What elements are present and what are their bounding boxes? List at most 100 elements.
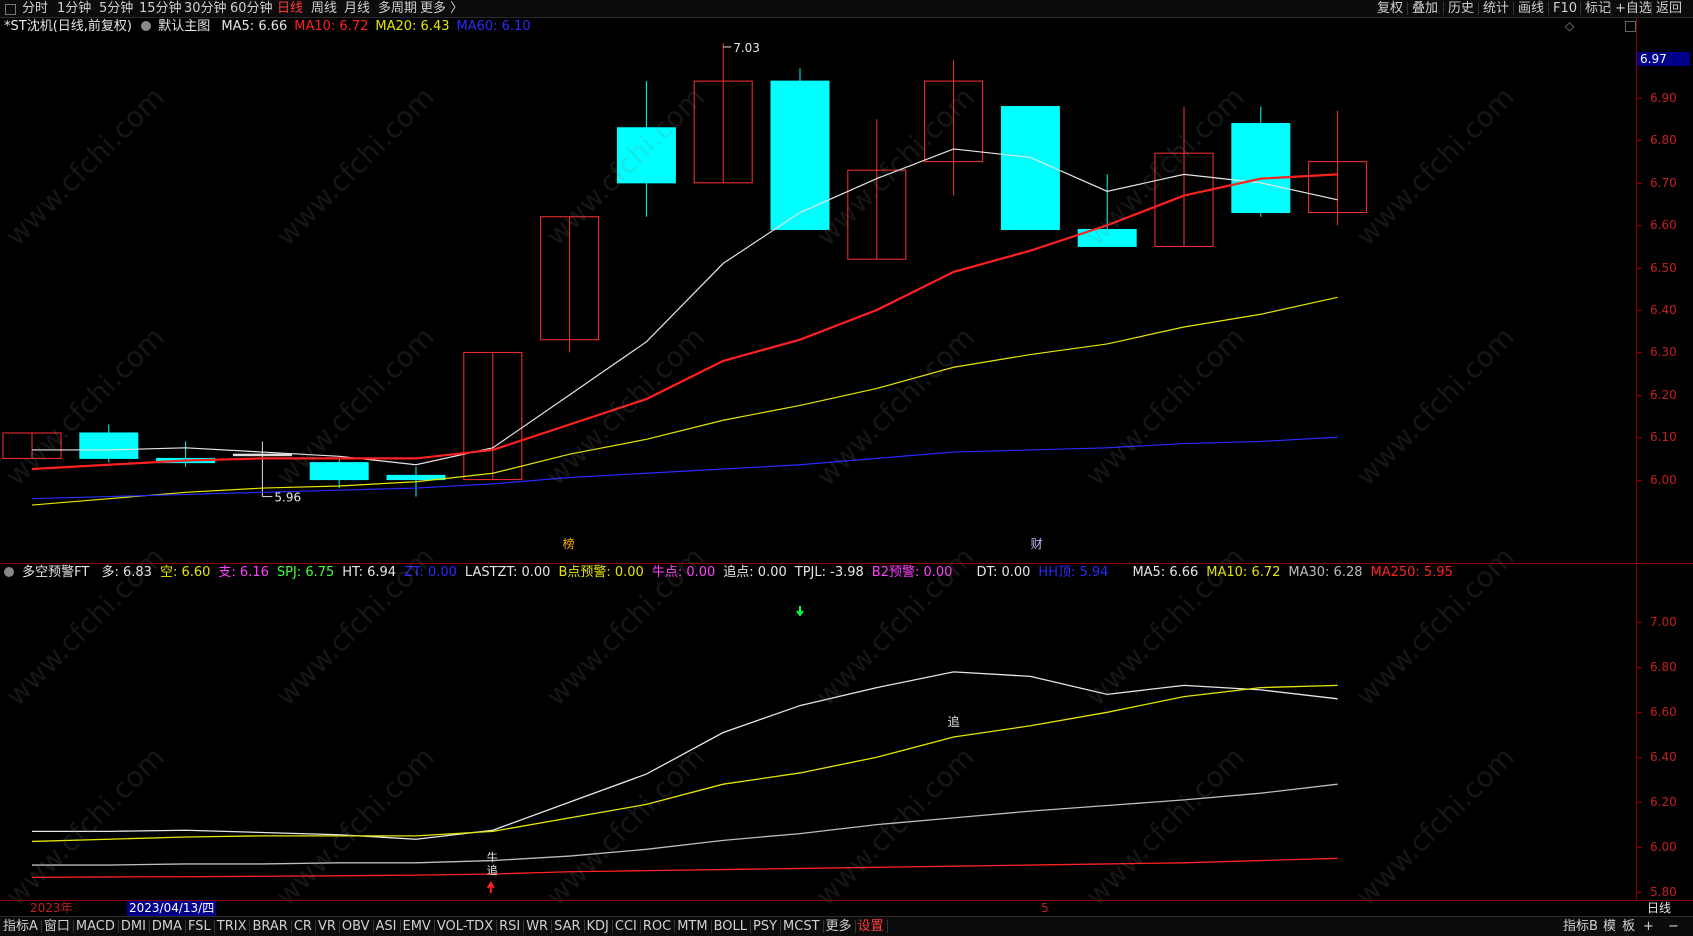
indicator-tick-mark <box>1636 712 1642 714</box>
finance-marker: 财 <box>1031 537 1043 551</box>
indicator-tab-18[interactable]: CCI <box>615 917 637 936</box>
indicator-tab-22[interactable]: PSY <box>753 917 777 936</box>
period-tab-7[interactable]: 周线 <box>311 0 337 17</box>
indicator-tab-13[interactable]: VOL-TDX <box>437 917 493 936</box>
tab-separator <box>822 920 824 933</box>
price-tick-mark <box>1636 225 1642 227</box>
kline-chart[interactable]: 7.035.96榜 财追牛追 <box>0 18 1636 900</box>
indicator-tab-6[interactable]: TRIX <box>217 917 247 936</box>
price-tick-label: 6.00 <box>1650 472 1677 487</box>
indicator-tick-label: 6.40 <box>1650 750 1677 765</box>
period-tab-5[interactable]: 60分钟 <box>230 0 273 17</box>
right-tool-3[interactable]: + <box>1643 917 1654 936</box>
indicator-tab-7[interactable]: BRAR <box>252 917 287 936</box>
indicator-tab-5[interactable]: FSL <box>188 917 211 936</box>
period-tab-10[interactable]: 更多 〉 <box>420 0 463 17</box>
toolbar-button-1[interactable]: 叠加 <box>1410 0 1440 17</box>
toolbar-button-7[interactable]: +自选 <box>1613 0 1654 17</box>
indicator-tab-0[interactable]: 指标A <box>3 917 38 936</box>
tab-separator <box>523 920 525 933</box>
price-tick-label: 6.60 <box>1650 218 1677 233</box>
indicator-tab-1[interactable]: 窗口 <box>44 917 70 936</box>
indicator-tab-25[interactable]: 设置 <box>858 917 884 936</box>
indicator-tab-9[interactable]: VR <box>318 917 336 936</box>
price-tick-mark <box>1636 352 1642 354</box>
indicator-tab-14[interactable]: RSI <box>499 917 520 936</box>
tab-separator <box>886 920 888 933</box>
toolbar-button-4[interactable]: 画线 <box>1516 0 1546 17</box>
indicator-line-ma30 <box>32 783 1338 866</box>
price-tick-mark <box>1636 394 1642 396</box>
indicator-toolbar: 指标A 窗口 MACD DMI DMA FSL TRIX BRAR CR VR OBV ASI EMV V… <box>0 916 1693 936</box>
indicator-tab-23[interactable]: MCST <box>783 917 820 936</box>
indicator-tab-11[interactable]: ASI <box>376 917 397 936</box>
indicator-tick-label: 6.80 <box>1650 660 1677 675</box>
indicator-tab-24[interactable]: 更多 <box>826 917 852 936</box>
price-tick-label: 6.30 <box>1650 345 1677 360</box>
indicator-tab-20[interactable]: MTM <box>677 917 707 936</box>
tab-separator <box>117 920 119 933</box>
indicator-tab-21[interactable]: BOLL <box>714 917 747 936</box>
indicator-line-ma10 <box>31 684 1338 843</box>
candle-body <box>1231 123 1291 214</box>
price-tick-label: 6.10 <box>1650 430 1677 445</box>
price-tick-mark <box>1636 310 1642 312</box>
tab-separator <box>40 920 42 933</box>
tab-separator <box>372 920 374 933</box>
current-price-marker: 6.97 <box>1637 52 1690 66</box>
indicator-tab-4[interactable]: DMA <box>152 917 182 936</box>
indicator-tab-17[interactable]: KDJ <box>587 917 609 936</box>
period-tab-8[interactable]: 月线 <box>344 0 370 17</box>
right-tool-0[interactable]: 指标B <box>1563 917 1598 936</box>
sell-signal-arrow <box>796 606 804 617</box>
period-tab-2[interactable]: 5分钟 <box>99 0 133 17</box>
indicator-tab-19[interactable]: ROC <box>643 917 671 936</box>
indicator-tab-10[interactable]: OBV <box>342 917 370 936</box>
toolbar-button-6[interactable]: 标记 <box>1583 0 1613 17</box>
toolbar-button-5[interactable]: F10 <box>1551 0 1579 17</box>
period-tab-0[interactable]: 分时 <box>22 0 48 17</box>
ma-line-ma5 <box>32 148 1338 466</box>
right-tool-4[interactable]: − <box>1668 917 1679 936</box>
indicator-tick-mark <box>1636 757 1642 759</box>
indicator-line-ma5 <box>32 671 1338 840</box>
toolbar-button-3[interactable]: 统计 <box>1481 0 1511 17</box>
bull-marker: 牛 <box>487 850 498 864</box>
month-mark: 5 <box>1041 901 1049 915</box>
indicator-tab-8[interactable]: CR <box>294 917 312 936</box>
indicator-tab-2[interactable]: MACD <box>76 917 115 936</box>
tab-separator <box>551 920 553 933</box>
indicator-tick-label: 7.00 <box>1650 615 1677 630</box>
indicator-tab-15[interactable]: WR <box>526 917 548 936</box>
high-price-label: 7.03 <box>733 41 760 55</box>
toolbar-separator <box>1548 2 1549 15</box>
toolbar-button-0[interactable]: 复权 <box>1375 0 1405 17</box>
price-axis-border <box>1636 18 1637 900</box>
right-tool-2[interactable]: 板 <box>1622 917 1635 936</box>
toolbar-separator <box>1513 2 1514 15</box>
period-toolbar: 分时 1分钟 5分钟 15分钟 30分钟 60分钟 日线 周线 月线 多周期 更多 〉 复权 叠加 历史统… <box>0 0 1693 18</box>
indicator-tick-label: 6.00 <box>1650 840 1677 855</box>
price-tick-mark <box>1636 140 1642 142</box>
tab-separator <box>314 920 316 933</box>
period-tab-4[interactable]: 30分钟 <box>184 0 227 17</box>
right-tool-1[interactable]: 模 <box>1603 917 1616 936</box>
tab-separator <box>611 920 613 933</box>
indicator-tab-16[interactable]: SAR <box>554 917 580 936</box>
period-tab-3[interactable]: 15分钟 <box>139 0 182 17</box>
toolbar-button-8[interactable]: 返回 <box>1654 0 1684 17</box>
indicator-tab-3[interactable]: DMI <box>121 917 146 936</box>
indicator-tab-12[interactable]: EMV <box>403 917 431 936</box>
period-tab-1[interactable]: 1分钟 <box>57 0 91 17</box>
price-tick-label: 6.80 <box>1650 133 1677 148</box>
toolbar-button-2[interactable]: 历史 <box>1446 0 1476 17</box>
indicator-tick-mark <box>1636 802 1642 804</box>
price-tick-mark <box>1636 479 1642 481</box>
indicator-tick-mark <box>1636 622 1642 624</box>
period-tab-9[interactable]: 多周期 <box>378 0 417 17</box>
indicator-tick-mark <box>1636 667 1642 669</box>
price-tick-mark <box>1636 98 1642 100</box>
tab-separator <box>780 920 782 933</box>
grid-menu-icon[interactable] <box>5 4 16 15</box>
period-tab-6[interactable]: 日线 <box>277 0 303 17</box>
